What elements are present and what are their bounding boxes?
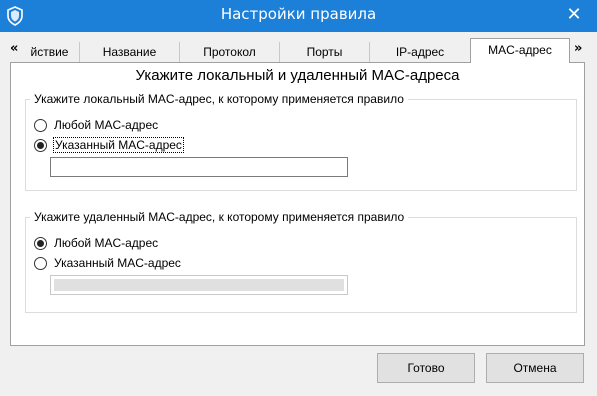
- remote-mac-group: Укажите удаленный MAC-адрес, к которому …: [25, 210, 577, 313]
- remote-mac-input-disabled-fill: [54, 279, 344, 291]
- ok-button[interactable]: Готово: [377, 353, 475, 383]
- close-icon: ✕: [566, 4, 582, 25]
- tab-protocol[interactable]: Протокол: [180, 42, 280, 62]
- tab-name[interactable]: Название: [80, 42, 180, 62]
- close-button[interactable]: ✕: [551, 0, 597, 32]
- tab-label: MAC-адрес: [488, 43, 552, 57]
- tab-action[interactable]: йствие: [20, 42, 80, 62]
- local-specified-label[interactable]: Указанный MAC-адрес: [53, 137, 184, 153]
- local-specified-radio[interactable]: [34, 139, 47, 152]
- tab-label: Порты: [306, 45, 343, 59]
- tab-mac-address[interactable]: MAC-адрес: [470, 38, 570, 63]
- remote-mac-input[interactable]: [50, 275, 348, 295]
- local-any-label[interactable]: Любой MAC-адрес: [54, 118, 158, 132]
- remote-specified-label[interactable]: Указанный MAC-адрес: [54, 256, 181, 270]
- panel-heading: Укажите локальный и удаленный MAC-адреса: [135, 67, 460, 84]
- window-title: Настройки правила: [220, 5, 377, 23]
- local-mac-legend: Укажите локальный MAC-адрес, к которому …: [30, 92, 408, 106]
- rule-settings-window: Настройки правила ✕ « йствие Название Пр…: [0, 0, 597, 396]
- tab-label: Название: [102, 45, 157, 59]
- local-mac-group: Укажите локальный MAC-адрес, к которому …: [25, 92, 577, 191]
- title-bar[interactable]: Настройки правила ✕: [0, 0, 597, 32]
- tab-label: йствие: [30, 45, 69, 59]
- mac-address-panel: Укажите локальный и удаленный MAC-адреса…: [10, 62, 585, 346]
- tab-scroll-left-icon[interactable]: «: [10, 41, 18, 56]
- tab-strip: « йствие Название Протокол Порты IP-адре…: [8, 38, 589, 63]
- tab-label: IP-адрес: [395, 45, 445, 59]
- tab-ports[interactable]: Порты: [280, 42, 370, 62]
- remote-mac-legend: Укажите удаленный MAC-адрес, к которому …: [30, 210, 409, 224]
- local-any-radio[interactable]: [34, 119, 47, 132]
- remote-any-radio[interactable]: [34, 237, 47, 250]
- remote-any-label[interactable]: Любой MAC-адрес: [54, 236, 158, 250]
- tab-label: Протокол: [203, 45, 256, 59]
- tab-scroll-right-icon[interactable]: »: [574, 41, 582, 56]
- tab-ip-address[interactable]: IP-адрес: [370, 42, 470, 62]
- local-mac-input[interactable]: [50, 157, 348, 177]
- remote-specified-radio[interactable]: [34, 257, 47, 270]
- cancel-button[interactable]: Отмена: [486, 353, 584, 383]
